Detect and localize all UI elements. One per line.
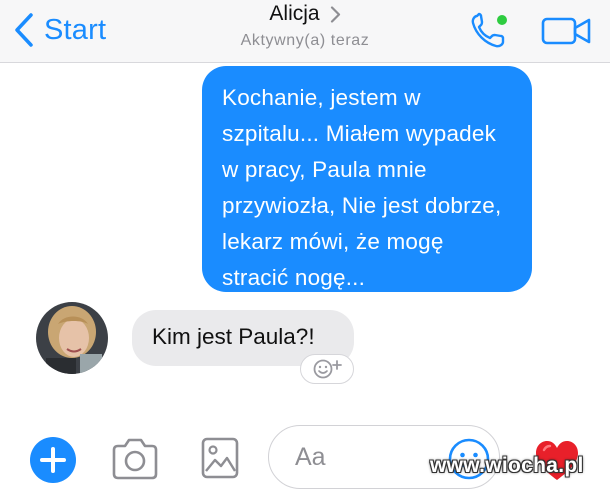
add-reaction-icon xyxy=(313,359,342,379)
online-dot xyxy=(497,15,507,25)
conversation-header: Start Alicja Aktywny(a) teraz xyxy=(0,0,610,63)
contact-status: Aktywny(a) teraz xyxy=(240,32,370,49)
chevron-right-icon xyxy=(330,5,340,23)
video-call-button[interactable] xyxy=(540,14,594,48)
camera-icon xyxy=(112,438,158,480)
plus-icon xyxy=(40,447,66,473)
back-label: Start xyxy=(44,13,107,46)
contact-info[interactable]: Alicja Aktywny(a) teraz xyxy=(200,2,410,50)
more-actions-button[interactable] xyxy=(30,437,76,483)
chevron-left-icon xyxy=(15,13,33,47)
back-button[interactable]: Start xyxy=(14,12,106,48)
phone-icon xyxy=(471,12,507,48)
gallery-button[interactable] xyxy=(200,436,240,480)
add-reaction-button[interactable] xyxy=(300,354,354,384)
watermark: www.wiocha.pl xyxy=(430,454,584,477)
message-input[interactable] xyxy=(295,439,435,475)
image-icon xyxy=(201,437,239,479)
contact-avatar[interactable] xyxy=(36,302,108,374)
camera-button[interactable] xyxy=(110,436,160,482)
contact-name: Alicja xyxy=(269,2,320,25)
avatar-photo xyxy=(36,302,108,374)
video-camera-icon xyxy=(541,17,591,45)
call-button[interactable] xyxy=(468,10,514,50)
outgoing-message-bubble[interactable]: Kochanie, jestem w szpitalu... Miałem wy… xyxy=(202,66,532,292)
